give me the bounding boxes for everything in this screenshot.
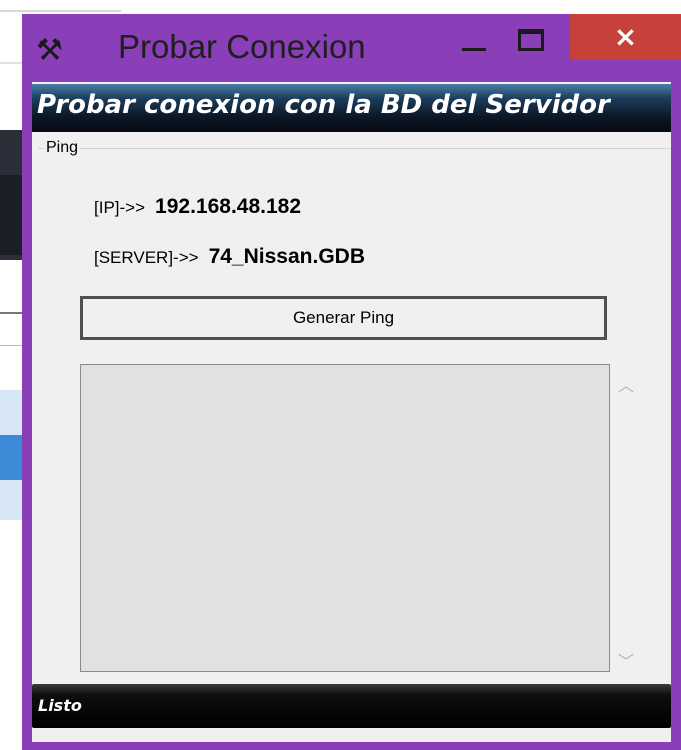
title-bar[interactable]: ⚒ Probar Conexion × [22, 14, 681, 82]
background-toolbar-edge [0, 10, 121, 12]
maximize-icon [518, 29, 544, 51]
window-title: Probar Conexion [118, 28, 366, 65]
header-title: Probar conexion con la BD del Servidor [37, 90, 610, 120]
maximize-button[interactable] [512, 14, 560, 74]
ping-group-label: Ping [44, 139, 81, 157]
ip-value: 192.168.48.182 [155, 195, 302, 218]
minimize-button[interactable] [454, 14, 498, 74]
ping-groupbox [38, 148, 671, 150]
server-value: 74_Nissan.GDB [208, 245, 365, 268]
probar-conexion-dialog: ⚒ Probar Conexion × Probar conexion con … [22, 14, 681, 750]
close-button[interactable]: × [570, 14, 681, 60]
ip-row: [IP]->> 192.168.48.182 [94, 195, 301, 219]
scroll-up-icon[interactable]: ︿ [616, 372, 636, 395]
server-row: [SERVER]->> 74_Nissan.GDB [94, 245, 365, 269]
minimize-icon [462, 48, 486, 51]
ip-label: [IP]->> [94, 198, 146, 217]
client-area: Probar conexion con la BD del Servidor P… [32, 82, 671, 742]
close-icon: × [613, 20, 638, 53]
status-text: Listo [38, 696, 82, 715]
generar-ping-button[interactable]: Generar Ping [80, 296, 607, 340]
ping-output-textarea[interactable] [80, 364, 610, 672]
status-bar: Listo [32, 684, 671, 728]
header-banner: Probar conexion con la BD del Servidor [32, 84, 671, 132]
tools-icon: ⚒ [36, 33, 63, 68]
server-label: [SERVER]->> [94, 248, 199, 267]
scroll-down-icon[interactable]: ﹀ [616, 648, 636, 671]
